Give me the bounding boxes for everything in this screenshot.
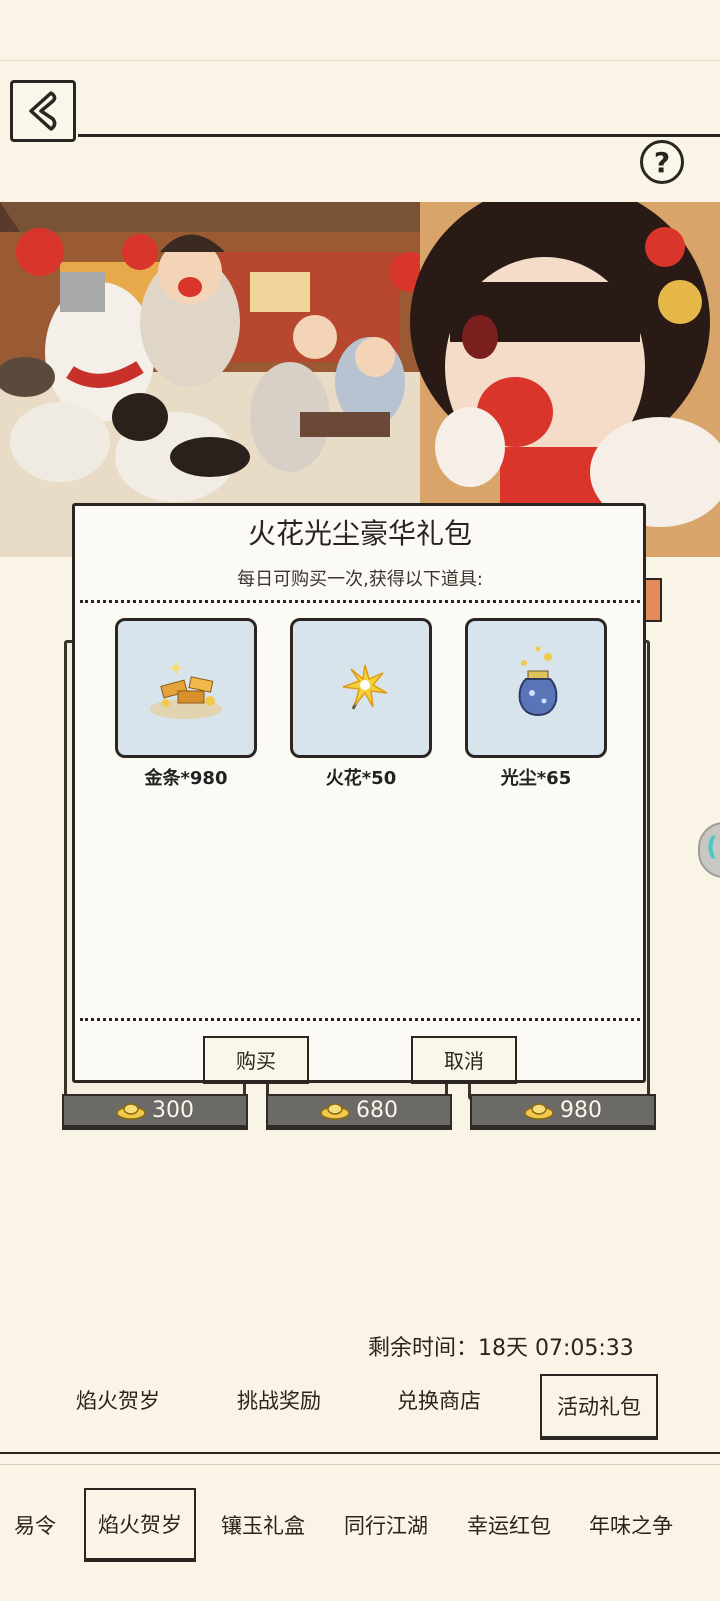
bottom-tab-fireworks[interactable]: 焰火贺岁: [84, 1488, 196, 1562]
side-drawer-handle[interactable]: (: [698, 822, 720, 878]
stardust-jar-icon: [518, 646, 558, 717]
dialog-subtitle: 每日可购买一次,获得以下道具:: [237, 569, 483, 590]
bottom-tab-lucky-envelope[interactable]: 幸运红包: [467, 1510, 551, 1540]
reward-item-gold-bars[interactable]: [115, 618, 257, 758]
tab-label: 活动礼包: [557, 1395, 641, 1419]
reward-item-sparkler[interactable]: [290, 618, 432, 758]
price-value: 680: [356, 1098, 398, 1123]
reward-item-label: 金条*980: [144, 768, 228, 789]
price-button[interactable]: 680: [266, 1094, 452, 1130]
price-value: 980: [560, 1098, 602, 1123]
help-button[interactable]: ?: [640, 140, 684, 184]
help-icon: ?: [653, 145, 671, 179]
buy-button[interactable]: 购买: [203, 1036, 309, 1084]
gold-ingot-icon: [524, 1102, 554, 1120]
cancel-button[interactable]: 取消: [411, 1036, 517, 1084]
bottom-tab-new-year-battle[interactable]: 年味之争: [589, 1510, 673, 1540]
tab-fireworks[interactable]: 焰火贺岁: [76, 1385, 160, 1415]
bottom-tab-companions[interactable]: 同行江湖: [344, 1510, 428, 1540]
reward-item-stardust[interactable]: [465, 618, 607, 758]
tab-label: 焰火贺岁: [98, 1513, 182, 1537]
gold-ingot-icon: [320, 1102, 350, 1120]
gold-ingot-icon: [116, 1102, 146, 1120]
price-value: 300: [152, 1098, 194, 1123]
dotted-divider: [80, 600, 640, 603]
price-button[interactable]: 980: [470, 1094, 656, 1130]
tab-event-gift-pack[interactable]: 活动礼包: [540, 1374, 658, 1440]
tab-challenge-rewards[interactable]: 挑战奖励: [237, 1385, 321, 1415]
dotted-divider: [80, 1018, 640, 1021]
gold-bars-icon: [150, 661, 222, 719]
remaining-time: 剩余时间：18天 07:05:33: [368, 1336, 634, 1361]
reward-item-label: 火花*50: [325, 768, 397, 789]
reward-item-label: 光尘*65: [500, 768, 572, 789]
header-divider: [78, 134, 720, 137]
section-divider: [0, 1452, 720, 1454]
bottom-tab-jade-box[interactable]: 镶玉礼盒: [221, 1510, 305, 1540]
sparkler-icon: [342, 664, 388, 710]
chevron-left-icon: [29, 91, 57, 131]
tab-exchange-shop[interactable]: 兑换商店: [397, 1385, 481, 1415]
back-button[interactable]: [10, 80, 76, 142]
top-divider: [0, 60, 720, 61]
bottom-tab-token[interactable]: 易令: [14, 1510, 56, 1540]
price-button[interactable]: 300: [62, 1094, 248, 1130]
side-arrow-icon: (: [706, 832, 718, 862]
dialog-title: 火花光尘豪华礼包: [247, 517, 472, 550]
section-divider-thin: [0, 1464, 720, 1465]
